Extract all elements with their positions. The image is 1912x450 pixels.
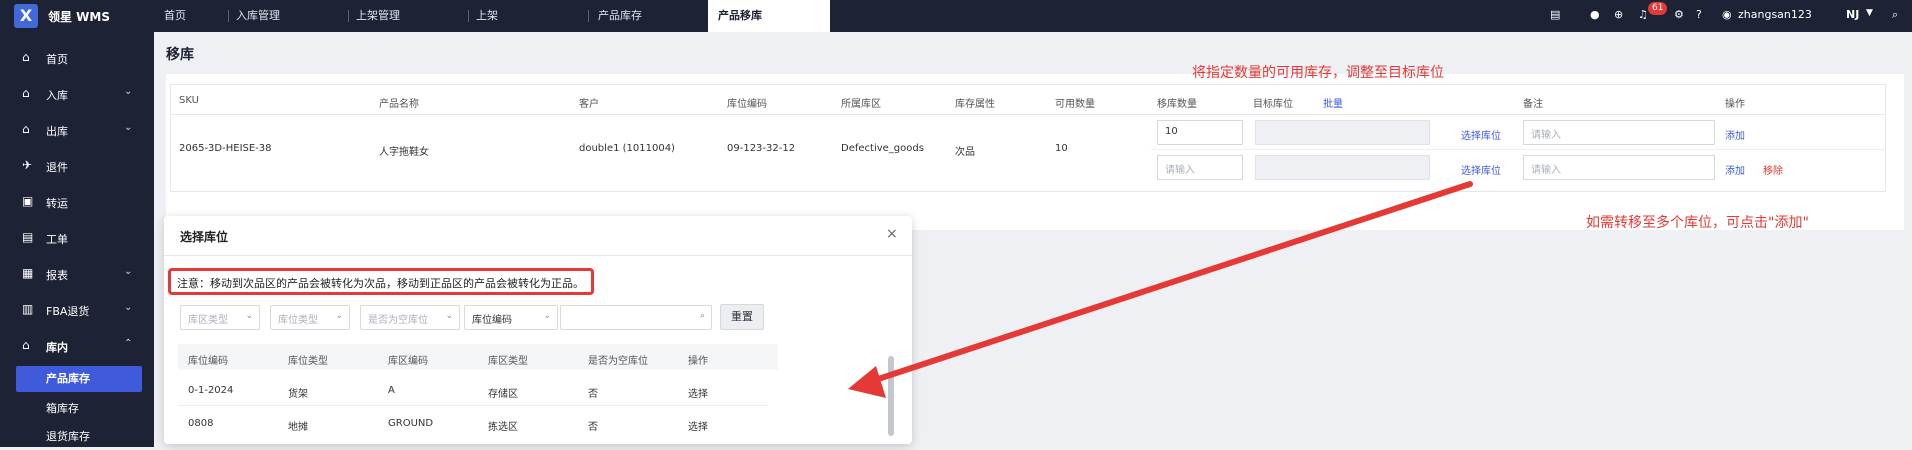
annotation-arrow [848, 181, 1473, 398]
